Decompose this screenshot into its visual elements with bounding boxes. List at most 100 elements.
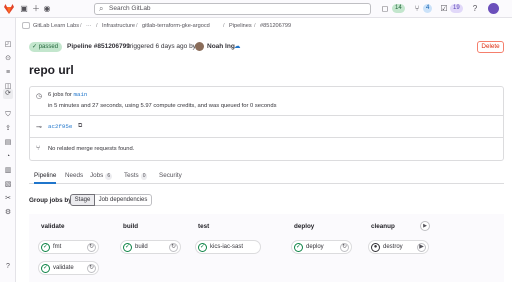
clock-icon: ◷ [36,93,43,100]
tab-count-badge: 0 [140,173,148,180]
job-card[interactable]: ✓ validate ↻ [38,261,99,275]
breadcrumb-project[interactable]: gitlab-terraform-gke-argocd [142,21,210,31]
tab-count-badge: 6 [105,173,113,180]
code-icon[interactable]: ≡ [3,68,13,78]
merge-request-icon: ⑂ [36,145,41,152]
stage-name: build [123,223,139,230]
merge-request-icon[interactable]: ⑂ [412,3,422,14]
trigger-user-avatar[interactable] [195,42,204,51]
job-name: validate [53,265,74,271]
packages-icon[interactable]: ▤ [3,138,13,148]
delete-button[interactable]: Delete [477,41,504,53]
triggered-text: triggered 6 days ago by [128,43,196,50]
group-by-dependencies-button[interactable]: Job dependencies [95,194,152,206]
breadcrumb-separator-icon: / [254,23,256,29]
duration-text: in 5 minutes and 27 seconds, using 5.97 … [48,103,277,109]
stage-play-icon[interactable]: ▶ [420,221,430,231]
no-mr-text: No related merge requests found. [48,146,135,152]
settings-icon[interactable]: ⚙ [3,208,13,218]
security-icon[interactable]: ⛉ [3,110,13,120]
job-passed-icon: ✓ [41,243,50,252]
ci-cd-icon[interactable]: ⟳ [3,89,13,99]
breadcrumb-separator-icon: / [96,23,98,29]
search-placeholder: Search GitLab [109,5,151,12]
tab-needs[interactable]: Needs [65,170,83,184]
pipeline-tabs: Pipeline Needs Jobs 6 Tests 0 Security [29,170,504,184]
breadcrumb-pipelines[interactable]: Pipelines [229,21,252,31]
copy-icon[interactable]: ⧉ [78,122,82,131]
branch-link[interactable]: main [73,91,87,98]
todo-count-badge[interactable]: 19 [450,4,463,13]
group-avatar-icon [22,22,30,29]
jobs-count-text: 6 jobs for [48,92,72,98]
breadcrumb-subgroup[interactable]: Infrastructure [102,21,135,31]
job-card[interactable]: ✓ fmt ↻ [38,240,99,254]
retry-icon[interactable]: ↻ [169,243,178,252]
tab-label: Tests [124,172,139,179]
tab-label: Pipeline [34,172,57,179]
retry-icon[interactable]: ↻ [340,243,349,252]
wiki-icon[interactable]: ▧ [3,180,13,190]
sidebar: ◰ ⊙ ≡ ◫ ⟳ ⛉ ⇪ ▤ ◔ ▥ ▧ ✂ ⚙ ? [0,18,16,282]
issues-icon[interactable]: ◻ [380,3,390,14]
pin-icon[interactable]: ⊙ [3,54,13,64]
status-badge[interactable]: ✓ passed [29,42,63,52]
group-by-stage-button[interactable]: Stage [70,194,95,206]
user-avatar[interactable] [488,3,499,14]
commit-row: ⊸ ac2f95e ⧉ [30,116,503,138]
breadcrumb-separator-icon: / [80,23,82,29]
retry-icon[interactable]: ↻ [87,243,96,252]
tab-label: Jobs [90,172,104,179]
trigger-user-name[interactable]: Noah Ing [207,42,235,52]
issues-count-badge[interactable]: 14 [392,4,405,13]
stage-name: test [198,223,210,230]
job-card[interactable]: ● destroy ▶ [368,240,429,254]
job-name: kics-iac-sast [210,244,244,250]
stage-name: cleanup [371,223,395,230]
job-card[interactable]: ✓ deploy ↻ [291,240,352,254]
breadcrumb-group[interactable]: GitLab Learn Labs [33,21,79,31]
stage-name: deploy [294,223,315,230]
tab-tests[interactable]: Tests 0 [124,170,148,184]
project-overview-icon[interactable]: ◰ [3,40,13,50]
commit-icon: ⊸ [36,124,42,131]
tab-security[interactable]: Security [159,170,182,184]
gitlab-logo-icon[interactable] [3,3,15,15]
job-passed-icon: ✓ [198,243,207,252]
top-bar: ▣ ＋ ◉ ⌕ Search GitLab ◻ 14 ⑂ 4 ☑ 19 ? [0,0,512,18]
sidebar-toggle-icon[interactable]: ▣ [19,3,29,14]
tab-jobs[interactable]: Jobs 6 [90,170,113,184]
user-status-emoji-icon: ☁ [234,43,241,50]
deployments-icon[interactable]: ⇪ [3,124,13,134]
todo-icon[interactable]: ☑ [439,3,449,14]
plus-icon[interactable]: ＋ [31,3,41,14]
job-name: deploy [306,244,324,250]
search-icon: ⌕ [99,4,104,13]
tab-pipeline[interactable]: Pipeline [34,170,57,184]
search-input[interactable]: ⌕ Search GitLab [94,3,371,15]
commit-sha-link[interactable]: ac2f95e [48,122,72,131]
avatar-menu-icon[interactable]: ◉ [42,3,52,14]
breadcrumb-more-icon[interactable]: ··· [86,21,92,31]
analytics-icon[interactable]: ▥ [3,166,13,176]
job-name: fmt [53,244,62,250]
play-icon[interactable]: ▶ [417,243,426,252]
job-passed-icon: ✓ [123,243,132,252]
jobs-summary: 6 jobs for main [48,90,87,100]
job-card[interactable]: ✓ build ↻ [120,240,181,254]
snippets-icon[interactable]: ✂ [3,194,13,204]
mr-count-badge[interactable]: 4 [423,4,433,13]
job-passed-icon: ✓ [294,243,303,252]
help-icon[interactable]: ? [470,3,480,14]
stage-name: validate [41,223,65,230]
pipeline-graph [29,214,504,282]
help-nav-icon[interactable]: ? [3,262,13,272]
monitor-icon[interactable]: ◔ [3,152,13,162]
tab-label: Security [159,172,182,179]
breadcrumb-pipeline-id[interactable]: #851206799 [260,21,291,31]
job-card[interactable]: ✓ kics-iac-sast [195,240,261,254]
job-passed-icon: ✓ [41,264,50,273]
retry-icon[interactable]: ↻ [87,264,96,273]
jobs-summary-row: ◷ 6 jobs for main in 5 minutes and 27 se… [30,87,503,116]
pipeline-id: Pipeline #851206799 [67,43,130,50]
